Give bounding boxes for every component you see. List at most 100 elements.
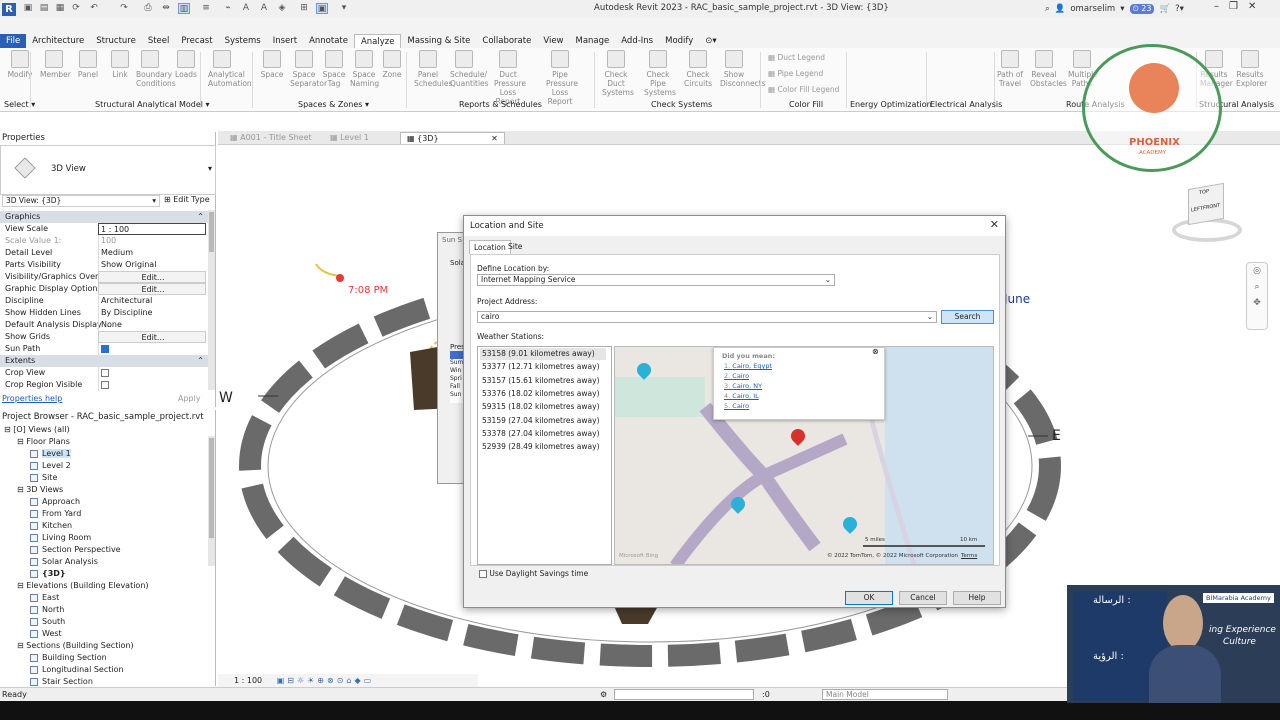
type-selector[interactable]: 3D View ▾ bbox=[0, 145, 216, 195]
browser-item[interactable]: East bbox=[30, 592, 59, 603]
help-icon[interactable]: ?▾ bbox=[1175, 4, 1184, 14]
ribbon-pipe-pressure-loss-report-button[interactable]: Pipe Pressure Loss Report bbox=[546, 50, 578, 106]
browser-item[interactable]: Living Room bbox=[30, 532, 91, 543]
ribbon-boundary-conditions-button[interactable]: Boundary Conditions bbox=[136, 50, 176, 88]
close-icon[interactable]: ✕ bbox=[1248, 1, 1256, 12]
close-icon[interactable]: ✕ bbox=[489, 134, 498, 143]
weather-station-item[interactable]: 53376 (18.02 kilometres away) bbox=[482, 388, 600, 400]
cancel-button[interactable]: Cancel bbox=[899, 591, 947, 605]
properties-help-link[interactable]: Properties help bbox=[2, 394, 62, 403]
workset-field[interactable] bbox=[614, 689, 754, 700]
weather-station-item[interactable]: 53158 (9.01 kilometres away) bbox=[480, 348, 606, 360]
ribbon-space-button[interactable]: Space bbox=[258, 50, 286, 79]
ribbon-reveal-obstacles-button[interactable]: Reveal Obstacles bbox=[1030, 50, 1067, 88]
folder-icon[interactable]: ▤ bbox=[38, 3, 50, 14]
suggestion-link[interactable]: 2. Cairo bbox=[724, 372, 749, 381]
notification-badge[interactable]: ⏲ 23 bbox=[1129, 4, 1155, 14]
browser-item[interactable]: ⊟ Sections (Building Section) bbox=[17, 640, 134, 651]
browser-item[interactable]: Building Section bbox=[30, 652, 107, 663]
ribbon-zone-button[interactable]: Zone bbox=[378, 50, 406, 79]
suggestion-link[interactable]: 3. Cairo, NY bbox=[724, 382, 762, 391]
collapse-icon[interactable]: ⌃ bbox=[197, 211, 204, 223]
ribbon-show-disconnects-button[interactable]: Show Disconnects bbox=[720, 50, 766, 88]
browser-item[interactable]: South bbox=[30, 616, 65, 627]
steering-wheel-icon[interactable]: ◎ bbox=[1247, 263, 1267, 279]
weather-station-item[interactable]: 53378 (27.04 kilometres away) bbox=[482, 428, 600, 440]
color-fill-legend-button[interactable]: ▦ Color Fill Legend bbox=[768, 84, 839, 95]
sun-path-checkbox[interactable] bbox=[101, 344, 109, 353]
close-icon[interactable]: ✕ bbox=[990, 218, 999, 231]
ribbon-panel-button[interactable]: Panel bbox=[74, 50, 102, 79]
ribbon-space-separator-button[interactable]: Space Separator bbox=[290, 50, 327, 88]
redo-icon[interactable]: ↷ bbox=[118, 3, 130, 14]
tab-steel[interactable]: Steel bbox=[142, 34, 176, 48]
property-value[interactable]: 1 : 100 bbox=[98, 223, 206, 235]
viewcube-box[interactable]: TOP FRONT LEFT bbox=[1188, 182, 1224, 226]
ribbon-panel-energy-optimization[interactable]: Energy Optimization bbox=[850, 100, 932, 109]
suggestion-link[interactable]: 1. Cairo, Egypt bbox=[724, 362, 772, 371]
tab-modify[interactable]: Modify bbox=[659, 34, 699, 48]
checkbox[interactable] bbox=[101, 368, 109, 377]
help-button[interactable]: Help bbox=[953, 591, 1001, 605]
3d-view-icon[interactable]: A bbox=[258, 3, 270, 14]
map-view[interactable]: Did you mean: ⊗ 1. Cairo, Egypt 2. Cairo 3… bbox=[614, 346, 994, 565]
ribbon-panel-structural-analytical-model-[interactable]: Structural Analytical Model ▾ bbox=[95, 100, 210, 109]
ribbon-panel-reports-schedules[interactable]: Reports & Schedules bbox=[459, 100, 542, 109]
browser-item[interactable]: Approach bbox=[30, 496, 80, 507]
browser-item[interactable]: ⊟ 3D Views bbox=[17, 484, 63, 495]
chevron-down-icon[interactable]: ▾ bbox=[1120, 4, 1124, 14]
browser-item[interactable]: Stair Section bbox=[30, 676, 93, 686]
ribbon-path-of-travel-button[interactable]: Path of Travel bbox=[996, 50, 1024, 88]
tab-analyze[interactable]: Analyze bbox=[353, 34, 402, 48]
worksharing-icon[interactable]: ⚙ bbox=[600, 688, 607, 701]
tab-precast[interactable]: Precast bbox=[175, 34, 218, 48]
view-scale[interactable]: 1 : 100 bbox=[234, 676, 262, 685]
ribbon-check-duct-systems-button[interactable]: Check Duct Systems bbox=[602, 50, 634, 97]
property-value[interactable] bbox=[98, 343, 206, 355]
design-option-field[interactable]: Main Model bbox=[822, 689, 948, 700]
ribbon-schedule-quantities-button[interactable]: Schedule/ Quantities bbox=[450, 50, 489, 88]
collapse-icon[interactable]: ⊟ bbox=[17, 485, 26, 494]
browser-item[interactable]: West bbox=[30, 628, 62, 639]
text-icon[interactable]: A bbox=[240, 3, 252, 14]
ribbon-loads-button[interactable]: Loads bbox=[172, 50, 200, 79]
property-value[interactable]: None bbox=[98, 319, 206, 331]
thin-lines-icon[interactable]: ▥ bbox=[178, 3, 190, 14]
ok-button[interactable]: OK bbox=[845, 591, 893, 605]
weather-stations-list[interactable]: 53158 (9.01 kilometres away) 53377 (12.71… bbox=[477, 346, 612, 565]
weather-station-item[interactable]: 53377 (12.71 kilometres away) bbox=[482, 361, 600, 373]
section-extents[interactable]: Extents ⌃ bbox=[0, 355, 208, 367]
view-tab[interactable]: ▦ A001 - Title Sheet bbox=[224, 132, 318, 144]
property-value[interactable]: Architectural bbox=[98, 295, 206, 307]
suggestion-link[interactable]: 5. Cairo bbox=[724, 402, 749, 411]
tab-architecture[interactable]: Architecture bbox=[26, 34, 90, 48]
property-value[interactable]: By Discipline bbox=[98, 307, 206, 319]
tab-site[interactable]: Site bbox=[504, 240, 526, 254]
close-popup-icon[interactable]: ⊗ bbox=[872, 347, 879, 356]
ribbon-space-tag-button[interactable]: Space Tag bbox=[320, 50, 348, 88]
tab-annotate[interactable]: Annotate bbox=[303, 34, 354, 48]
property-value[interactable]: Medium bbox=[98, 247, 206, 259]
ribbon-panel-spaces-zones-[interactable]: Spaces & Zones ▾ bbox=[298, 100, 369, 109]
browser-item[interactable]: {3D} bbox=[30, 568, 66, 579]
collapse-icon[interactable]: ⌃ bbox=[197, 355, 204, 367]
viewcube[interactable]: TOP FRONT LEFT bbox=[1168, 182, 1244, 246]
pan-icon[interactable]: ✥ bbox=[1247, 295, 1267, 311]
weather-station-item[interactable]: 59315 (18.02 kilometres away) bbox=[482, 401, 600, 413]
search-icon[interactable]: ⌕ bbox=[1045, 4, 1050, 14]
tab-collaborate[interactable]: Collaborate bbox=[476, 34, 537, 48]
pipe-legend-button[interactable]: ▦ Pipe Legend bbox=[768, 68, 823, 79]
property-value[interactable]: Edit... bbox=[98, 331, 206, 343]
view-tab[interactable]: ▦ Level 1 bbox=[324, 132, 375, 144]
ribbon-duct-pressure-loss-report-button[interactable]: Duct Pressure Loss Report bbox=[494, 50, 526, 106]
property-value[interactable]: Edit... bbox=[98, 283, 206, 295]
ribbon-panel-select-[interactable]: Select ▾ bbox=[4, 100, 35, 109]
align-icon[interactable]: ≡ bbox=[200, 3, 212, 14]
section-graphics[interactable]: Graphics ⌃ bbox=[0, 211, 208, 223]
tab-structure[interactable]: Structure bbox=[90, 34, 142, 48]
property-value[interactable] bbox=[98, 379, 206, 391]
browser-item[interactable]: Solar Analysis bbox=[30, 556, 98, 567]
close-inactive-icon[interactable]: ▣ bbox=[316, 3, 328, 14]
instance-selector[interactable]: 3D View: {3D} ▾ bbox=[2, 195, 160, 207]
tab-file[interactable]: File bbox=[0, 34, 27, 48]
